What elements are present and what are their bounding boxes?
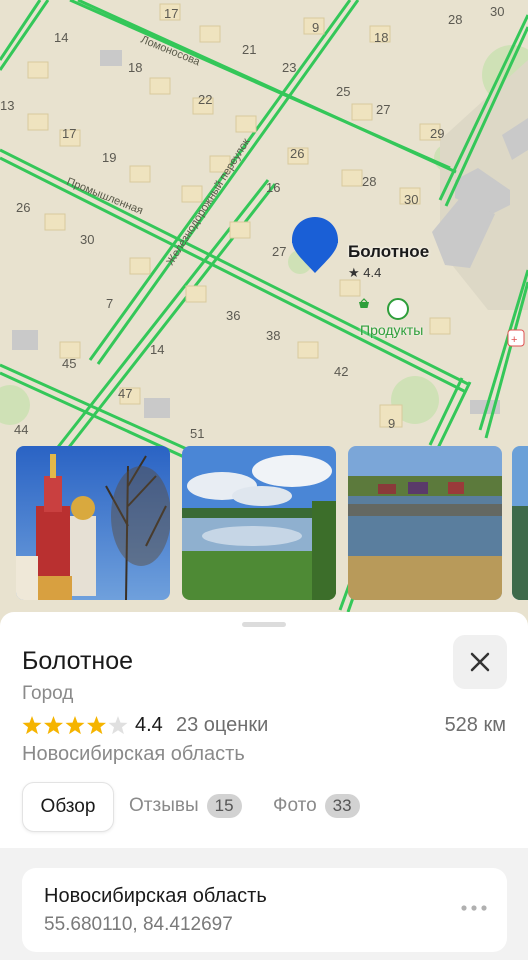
location-pin-icon — [292, 217, 338, 273]
place-marker[interactable] — [290, 215, 340, 277]
svg-text:38: 38 — [266, 328, 280, 343]
tab-photos-label: Фото — [273, 795, 317, 816]
svg-text:17: 17 — [62, 126, 76, 141]
tab-reviews[interactable]: Отзывы 15 — [129, 782, 242, 830]
svg-text:9: 9 — [388, 416, 395, 431]
star-icon — [65, 716, 85, 735]
star-icon — [43, 716, 64, 735]
address-card[interactable]: Новосибирская область 55.680110, 84.4126… — [22, 868, 507, 952]
rating-row[interactable]: 4.4 23 оценки 528 км — [22, 713, 512, 739]
photos-badge: 33 — [324, 794, 360, 818]
marker-rating: ★ 4.4 — [348, 265, 382, 280]
svg-text:26: 26 — [16, 200, 30, 215]
svg-text:14: 14 — [150, 342, 164, 357]
svg-text:23: 23 — [282, 60, 296, 75]
place-title: Болотное — [22, 647, 134, 675]
tab-overview[interactable]: Обзор — [22, 782, 114, 832]
church-photo — [16, 446, 170, 600]
village-pond-photo — [348, 446, 502, 600]
svg-text:30: 30 — [404, 192, 418, 207]
coordinates[interactable]: 55.680110, 84.412697 — [44, 914, 233, 936]
svg-text:18: 18 — [374, 30, 388, 45]
tab-reviews-label: Отзывы — [129, 795, 199, 816]
tab-bar: Обзор Отзывы 15 Фото 33 — [22, 782, 512, 832]
tab-overview-label: Обзор — [40, 796, 96, 817]
shopping-basket-icon — [359, 298, 409, 320]
distance: 528 км — [444, 714, 506, 736]
tab-photos[interactable]: Фото 33 — [273, 782, 360, 830]
lake-photo — [182, 446, 336, 600]
place-region: Новосибирская область — [22, 743, 245, 765]
marker-place-name: Болотное — [348, 242, 430, 261]
svg-text:14: 14 — [54, 30, 68, 45]
svg-text:+: + — [511, 334, 517, 346]
svg-text:18: 18 — [128, 60, 142, 75]
address-title: Новосибирская область — [44, 885, 267, 907]
svg-text:16: 16 — [266, 180, 280, 195]
more-button[interactable] — [459, 896, 489, 920]
photo-lake[interactable] — [182, 446, 336, 600]
svg-text:25: 25 — [336, 84, 350, 99]
photo-church[interactable] — [16, 446, 170, 600]
svg-text:44: 44 — [14, 422, 28, 437]
svg-text:9: 9 — [312, 20, 319, 35]
photo-carousel[interactable] — [16, 446, 528, 602]
svg-text:27: 27 — [272, 244, 286, 259]
poi-grocery[interactable]: Продукты — [358, 298, 438, 338]
photo-pond[interactable] — [348, 446, 502, 600]
star-icon — [22, 716, 42, 735]
svg-text:47: 47 — [118, 386, 132, 401]
marker-label: Болотное ★ 4.4 — [348, 242, 429, 281]
photo-partial[interactable] — [512, 446, 528, 600]
svg-text:29: 29 — [430, 126, 444, 141]
place-card[interactable]: Болотное Город 4.4 23 оценки 528 км Ново… — [0, 612, 528, 960]
svg-text:28: 28 — [362, 174, 376, 189]
svg-text:27: 27 — [376, 102, 390, 117]
star-rating-icon — [22, 716, 128, 735]
close-button[interactable] — [453, 635, 507, 689]
svg-text:45: 45 — [62, 356, 76, 371]
svg-text:17: 17 — [164, 6, 178, 21]
rating-value: 4.4 — [135, 714, 163, 736]
sheet-grabber[interactable] — [242, 622, 286, 627]
svg-text:19: 19 — [102, 150, 116, 165]
svg-text:51: 51 — [190, 426, 204, 441]
svg-text:7: 7 — [106, 296, 113, 311]
poi-label: Продукты — [360, 322, 424, 338]
reviews-badge: 15 — [206, 794, 242, 818]
more-dots-icon — [461, 905, 487, 911]
svg-text:22: 22 — [198, 92, 212, 107]
place-type: Город — [22, 683, 74, 704]
svg-text:30: 30 — [490, 4, 504, 19]
reviews-count[interactable]: 23 оценки — [176, 714, 268, 737]
svg-text:28: 28 — [448, 12, 462, 27]
svg-text:36: 36 — [226, 308, 240, 323]
info-section: Новосибирская область 55.680110, 84.4126… — [0, 848, 528, 960]
star-icon — [86, 716, 107, 735]
star-icon — [108, 716, 128, 735]
svg-text:30: 30 — [80, 232, 94, 247]
rating-stars — [22, 715, 130, 742]
svg-text:21: 21 — [242, 42, 256, 57]
svg-text:26: 26 — [290, 146, 304, 161]
partial-photo — [512, 446, 528, 600]
svg-text:13: 13 — [0, 98, 14, 113]
svg-text:42: 42 — [334, 364, 348, 379]
close-icon — [470, 652, 490, 672]
